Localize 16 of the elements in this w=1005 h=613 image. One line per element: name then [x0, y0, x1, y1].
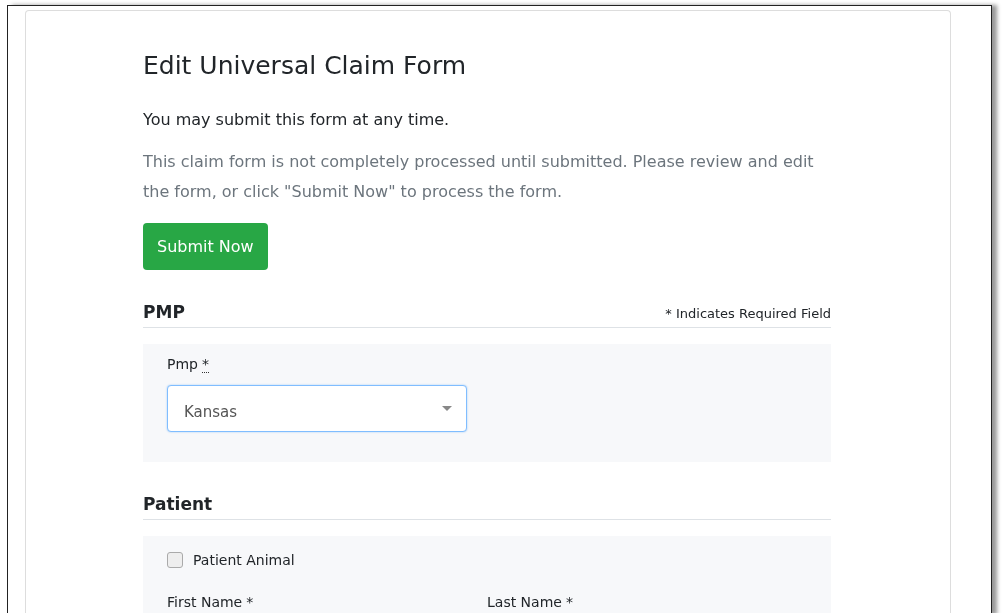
page-title: Edit Universal Claim Form [143, 50, 468, 82]
field-label: Last Name [487, 594, 562, 610]
section-heading: Patient [143, 494, 213, 514]
field-label: Pmp [167, 356, 198, 373]
intro-text: You may submit this form at any time. [143, 109, 451, 131]
section-heading: PMP [143, 302, 185, 322]
field-label: First Name [167, 594, 243, 610]
required-mark: * [246, 594, 254, 610]
pmp-select[interactable]: Kansas [167, 385, 467, 432]
caret-icon [442, 406, 452, 411]
checkbox[interactable] [167, 552, 183, 568]
note-text: This claim form is not completely processed until submitted. Please review and edit the form, or click "Submit Now" to process the form. [143, 151, 815, 203]
required-mark: * [565, 594, 573, 610]
required-note: * Indicates Required Field [665, 306, 831, 321]
checkbox-label: Patient Animal [193, 552, 295, 568]
required-mark: * [201, 356, 209, 373]
